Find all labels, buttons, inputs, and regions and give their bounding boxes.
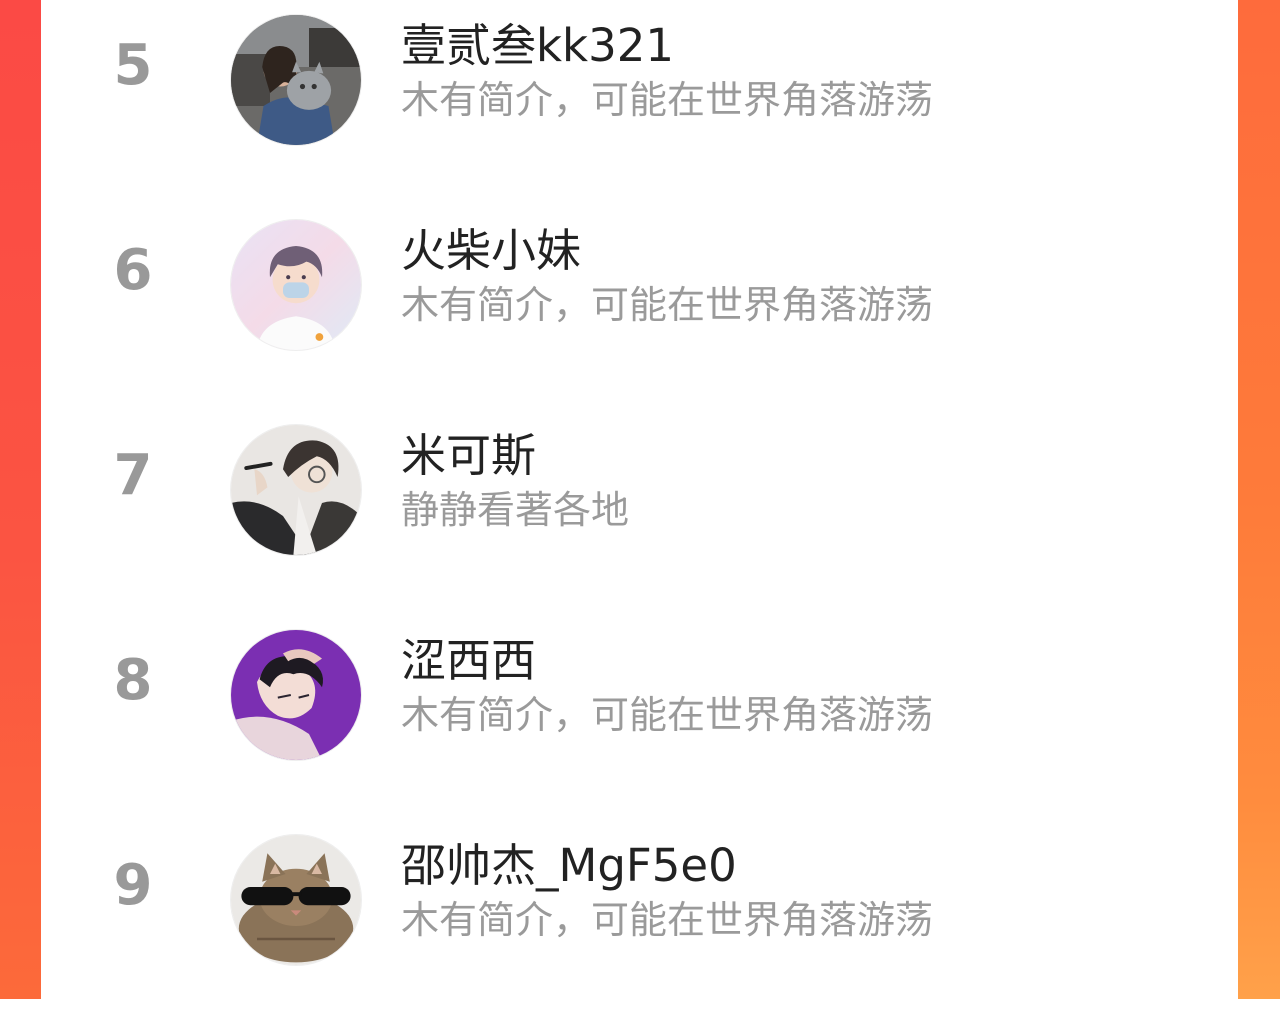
avatar[interactable] <box>230 14 362 146</box>
rank-number: 9 <box>113 853 153 918</box>
avatar[interactable] <box>230 424 362 556</box>
user-name[interactable]: 米可斯 <box>401 428 536 484</box>
avatar[interactable] <box>230 629 362 761</box>
user-name[interactable]: 涩西西 <box>401 633 536 689</box>
anime-man-purple-icon <box>231 630 361 760</box>
ranking-row[interactable]: 6 火柴小妹 木有简介，可能在世界角落游荡 <box>41 205 1238 410</box>
right-gradient-border <box>1238 0 1280 999</box>
rank-number: 5 <box>113 33 153 98</box>
ranking-row[interactable]: 7 米可斯 静静看著各地 <box>41 410 1238 615</box>
user-bio: 木有简介，可能在世界角落游荡 <box>401 283 934 327</box>
user-name[interactable]: 火柴小妹 <box>401 223 581 279</box>
user-bio: 木有简介，可能在世界角落游荡 <box>401 693 934 737</box>
left-gradient-border <box>0 0 41 999</box>
ranking-list: 5 壹贰叁kk321 木有简介，可能在世界角落游荡 6 火柴小妹 木有简介，可能… <box>41 0 1238 999</box>
user-bio: 静静看著各地 <box>401 488 630 532</box>
ranking-row[interactable]: 9 邵帅杰_MgF5e0 木有简介，可能在世界角落游荡 <box>41 820 1238 1025</box>
rank-number: 6 <box>113 238 153 303</box>
woman-with-cat-icon <box>231 15 361 145</box>
user-bio: 木有简介，可能在世界角落游荡 <box>401 898 934 942</box>
avatar[interactable] <box>230 219 362 351</box>
user-name[interactable]: 壹贰叁kk321 <box>401 18 674 74</box>
rank-number: 7 <box>113 443 153 508</box>
anime-boy-mask-icon <box>231 220 361 350</box>
ranking-row[interactable]: 8 涩西西 木有简介，可能在世界角落游荡 <box>41 615 1238 820</box>
cat-sunglasses-icon <box>231 835 361 965</box>
ranking-row[interactable]: 5 壹贰叁kk321 木有简介，可能在世界角落游荡 <box>41 0 1238 205</box>
anime-man-glasses-icon <box>231 425 361 555</box>
user-bio: 木有简介，可能在世界角落游荡 <box>401 78 934 122</box>
rank-number: 8 <box>113 648 153 713</box>
avatar[interactable] <box>230 834 362 966</box>
user-name[interactable]: 邵帅杰_MgF5e0 <box>401 838 737 894</box>
